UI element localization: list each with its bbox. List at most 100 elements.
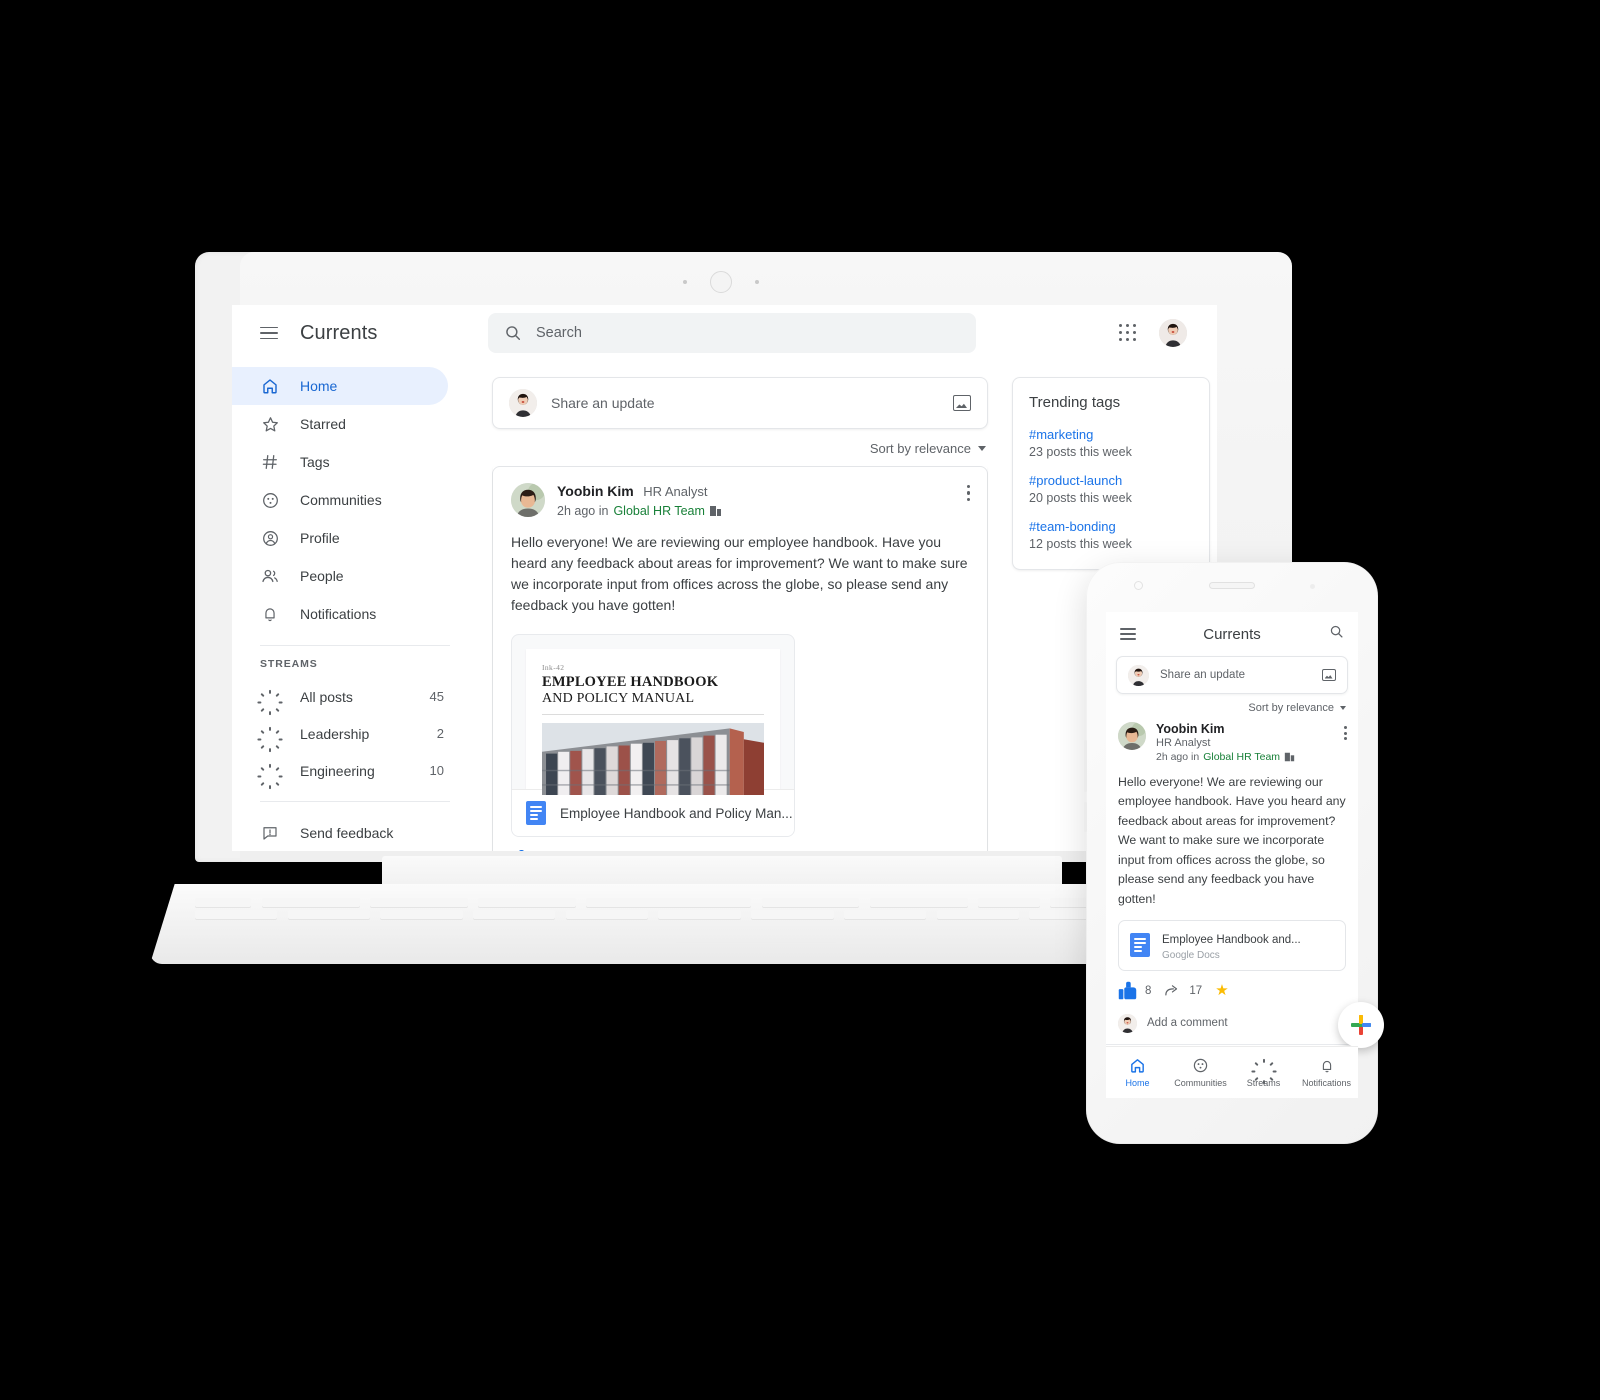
mobile-comment-row[interactable]: Add a comment (1118, 1010, 1346, 1044)
phone-top-bezel (1086, 562, 1378, 612)
like-icon[interactable] (1118, 981, 1137, 1000)
reshare-glyph (1165, 985, 1178, 996)
send-feedback-button[interactable]: Send feedback (232, 814, 478, 851)
laptop-top-bezel (195, 252, 1247, 305)
create-post-fab[interactable] (1338, 1002, 1384, 1048)
post-author-name: Yoobin Kim (1156, 722, 1225, 736)
stream-item-all-posts[interactable]: All posts 45 (232, 678, 478, 715)
trending-tag-item[interactable]: #marketing 23 posts this week (1029, 427, 1193, 459)
stream-label: Engineering (300, 762, 375, 779)
trending-tag-item[interactable]: #product-launch 20 posts this week (1029, 473, 1193, 505)
sort-label: Sort by relevance (869, 441, 971, 456)
sort-label: Sort by relevance (1248, 702, 1334, 714)
post-body: Hello everyone! We are reviewing our emp… (1118, 775, 1346, 906)
mobile-attachment-card[interactable]: Employee Handbook and... Google Docs (1118, 919, 1346, 971)
tag-link[interactable]: #product-launch (1029, 473, 1193, 488)
phone-device: Currents Share an update Sort by relevan… (1084, 562, 1384, 1144)
avatar-image (1118, 1013, 1137, 1033)
mobile-composer[interactable]: Share an update (1116, 656, 1348, 694)
mobile-nav-notifications[interactable]: Notifications (1295, 1047, 1358, 1098)
tag-meta: 23 posts this week (1029, 445, 1132, 459)
composer[interactable]: Share an update (492, 377, 988, 429)
phone-volume-button[interactable] (1084, 740, 1087, 792)
sidebar-item-profile[interactable]: Profile (232, 519, 448, 557)
trending-tag-item[interactable]: #team-bonding 12 posts this week (1029, 519, 1193, 551)
sparkle-icon (257, 687, 283, 715)
sort-control[interactable]: Sort by relevance (492, 441, 986, 456)
search-icon[interactable] (1329, 624, 1344, 644)
doc-title-line2: AND POLICY MANUAL (542, 691, 695, 706)
search-icon (506, 326, 521, 341)
post-body: Hello everyone! We are reviewing our emp… (511, 534, 968, 613)
tag-link[interactable]: #marketing (1029, 427, 1193, 442)
add-comment-placeholder: Add a comment (1147, 1017, 1228, 1030)
composer-avatar (1128, 664, 1149, 686)
stream-label: Leadership (300, 725, 370, 742)
communities-icon (1193, 1058, 1208, 1073)
attachment-title: Employee Handbook and Policy Man... (560, 805, 793, 821)
stream-item-leadership[interactable]: Leadership 2 (232, 715, 478, 752)
sidebar-item-home[interactable]: Home (232, 367, 448, 405)
composer-avatar (509, 389, 537, 417)
laptop-camera-icon (710, 271, 732, 293)
phone-speaker-icon (1209, 582, 1255, 589)
post-author-avatar[interactable] (511, 483, 545, 517)
hash-icon (260, 452, 280, 472)
comment-avatar (1118, 1013, 1137, 1033)
sidebar-item-label: Profile (300, 530, 340, 546)
sidebar-item-people[interactable]: People (232, 557, 448, 595)
menu-icon[interactable] (260, 326, 278, 340)
sidebar-item-tags[interactable]: Tags (232, 443, 448, 481)
post-author-block: Yoobin Kim HR Analyst 2h ago in Global H… (557, 483, 721, 518)
image-icon[interactable] (953, 395, 971, 411)
sidebar-item-starred[interactable]: Starred (232, 405, 448, 443)
menu-icon[interactable] (1120, 628, 1136, 640)
mobile-attachment-text: Employee Handbook and... Google Docs (1162, 930, 1301, 961)
post-author-line: Yoobin Kim HR Analyst (557, 483, 721, 501)
trending-tags-card: Trending tags #marketing 23 posts this w… (1012, 377, 1210, 570)
sidebar-item-communities[interactable]: Communities (232, 481, 448, 519)
chevron-down-icon (1340, 706, 1346, 710)
google-docs-icon (526, 801, 546, 825)
sidebar-item-label: Starred (300, 416, 346, 432)
post-community-link[interactable]: Global HR Team (613, 504, 704, 518)
tag-link[interactable]: #team-bonding (1029, 519, 1193, 534)
mobile-nav-home[interactable]: Home (1106, 1047, 1169, 1098)
post-more-options-icon[interactable] (967, 485, 971, 504)
home-icon (1131, 1059, 1144, 1073)
avatar-image (509, 389, 537, 417)
post-time: 2h ago in (557, 504, 609, 518)
search-input[interactable]: Search (488, 313, 976, 353)
post-author-role: HR Analyst (643, 484, 708, 499)
reshare-icon[interactable] (1164, 984, 1181, 998)
send-feedback-label: Send feedback (300, 824, 394, 841)
phone-sensor-icon (1310, 584, 1315, 589)
post-author-role: HR Analyst (1156, 737, 1211, 749)
user-avatar[interactable] (1159, 319, 1187, 347)
apps-grid-icon[interactable] (1119, 324, 1137, 342)
attachment-footer[interactable]: Employee Handbook and Policy Man... (512, 789, 794, 836)
post-community-link[interactable]: Global HR Team (1203, 751, 1280, 763)
composer-placeholder: Share an update (1160, 669, 1246, 681)
doc-rule (542, 714, 764, 715)
post-reactions: 8 17 ★ (511, 837, 969, 851)
image-icon[interactable] (1322, 669, 1336, 681)
mobile-sort-control[interactable]: Sort by relevance (1106, 694, 1358, 720)
post-more-options-icon[interactable] (1344, 726, 1347, 743)
phone-power-button[interactable] (1084, 802, 1087, 832)
stream-item-engineering[interactable]: Engineering 10 (232, 752, 478, 789)
sidebar-item-notifications[interactable]: Notifications (232, 595, 448, 633)
mobile-nav-communities[interactable]: Communities (1169, 1047, 1232, 1098)
post-meta: 2h ago in Global HR Team (557, 504, 721, 518)
sidebar-item-label: Tags (300, 454, 330, 470)
attachment-subtitle: Google Docs (1162, 949, 1220, 961)
star-icon[interactable]: ★ (1215, 983, 1228, 998)
laptop-sensor-left-icon (683, 280, 687, 284)
star-outline-icon (260, 414, 280, 434)
attachment-card[interactable]: Ink-42 EMPLOYEE HANDBOOK AND POLICY MANU… (511, 634, 795, 837)
bell-icon (1322, 1060, 1331, 1072)
stream-label: All posts (300, 688, 353, 705)
mobile-nav-streams[interactable]: Streams (1232, 1047, 1295, 1098)
mobile-post: Yoobin Kim HR Analyst 2h ago in Global H… (1106, 720, 1358, 1044)
post-author-avatar[interactable] (1118, 722, 1146, 750)
